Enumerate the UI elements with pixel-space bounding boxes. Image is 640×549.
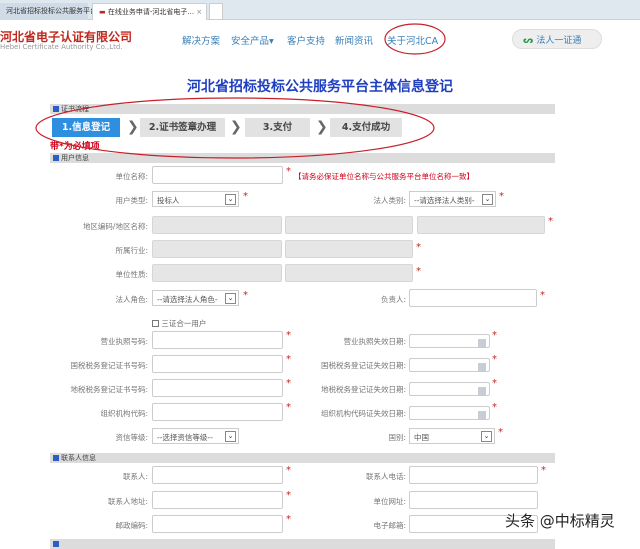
label-national-tax-right: 国税税务登记证失效日期: xyxy=(320,361,406,370)
new-tab-button[interactable] xyxy=(209,3,223,20)
org-code-date-input[interactable] xyxy=(409,406,490,420)
section-icon xyxy=(53,155,59,161)
label-principal: 负责人: xyxy=(380,295,406,304)
required-mark: * xyxy=(492,378,497,389)
national-tax-date-input[interactable] xyxy=(409,358,490,372)
credit-country-right-select[interactable]: 中国 ⌄ xyxy=(409,428,495,444)
required-mark: * xyxy=(499,191,504,202)
unit-name-input[interactable] xyxy=(152,166,283,184)
required-mark: * xyxy=(498,427,503,438)
tab-label: 在线业务申请-河北省电子... xyxy=(107,8,195,16)
label-industry: 所属行业: xyxy=(115,246,148,255)
unit-name-note: 【请务必保证单位名称与公共服务平台单位名称一致】 xyxy=(294,172,474,181)
required-mark: * xyxy=(286,166,291,177)
chevron-down-icon: ⌄ xyxy=(481,431,492,442)
calendar-icon[interactable] xyxy=(478,387,486,395)
label-legal-category: 法人类别: xyxy=(373,196,406,205)
company-logo-en: Hebei Certificate Authority Co.,Ltd. xyxy=(0,43,123,51)
label-unit-name: 单位名称: xyxy=(115,172,148,181)
section-contact-info: 联系人信息 xyxy=(50,453,555,463)
nav-about[interactable]: 关于河北CA xyxy=(387,33,438,47)
required-mark: * xyxy=(492,354,497,365)
section-title: 用户信息 xyxy=(61,154,89,162)
region-detail-input[interactable] xyxy=(417,216,545,234)
required-mark: * xyxy=(540,290,545,301)
industry-detail-input[interactable] xyxy=(285,240,413,258)
label-local-tax-right: 地税税务登记证失效日期: xyxy=(320,385,406,394)
browser-tab-bar: 河北省招标投标公共服务平台 ▬ 在线业务申请-河北省电子... × xyxy=(0,0,640,20)
section-user-info: 用户信息 xyxy=(50,153,555,163)
label-contact-right: 联系人电话: xyxy=(365,472,406,481)
select-value: 中国 xyxy=(414,433,429,442)
three-in-one-row: 三证合一用户 xyxy=(152,318,206,329)
close-tab-icon[interactable]: × xyxy=(196,8,202,16)
step-3: 3.支付 xyxy=(245,118,310,137)
page-title: 河北省招标投标公共服务平台主体信息登记 xyxy=(187,79,453,95)
required-mark: * xyxy=(492,402,497,413)
contact-right-input[interactable] xyxy=(409,466,538,484)
watermark: 头条 @中标精灵 xyxy=(505,512,615,530)
region-code-input[interactable] xyxy=(152,216,282,234)
nav-solutions[interactable]: 解决方案 xyxy=(182,33,220,47)
nav-support[interactable]: 客户支持 xyxy=(287,33,325,47)
license-date-input[interactable] xyxy=(409,334,490,348)
favicon-icon: ▬ xyxy=(99,8,108,16)
region-name-input[interactable] xyxy=(285,216,413,234)
required-mark: * xyxy=(416,266,421,277)
three-in-one-checkbox[interactable] xyxy=(152,320,159,327)
nav-news[interactable]: 新闻资讯 xyxy=(335,33,373,47)
section-icon xyxy=(53,455,59,461)
required-mark: * xyxy=(416,242,421,253)
nav-products[interactable]: 安全产品▾ xyxy=(231,33,274,47)
step-2: 2.证书签章办理 xyxy=(140,118,225,137)
unit-nature-detail-input[interactable] xyxy=(285,264,413,282)
address-right-input[interactable] xyxy=(409,491,538,509)
label-unit-nature: 单位性质: xyxy=(115,270,148,279)
section-icon xyxy=(53,106,59,112)
required-note: 带*为必填项 xyxy=(50,142,100,152)
section-title: 联系人信息 xyxy=(61,454,96,462)
calendar-icon[interactable] xyxy=(478,339,486,347)
local-tax-date-input[interactable] xyxy=(409,382,490,396)
label-license-right: 营业执照失效日期: xyxy=(343,337,406,346)
section-icon xyxy=(53,541,59,547)
select-value: --请选择法人类别- xyxy=(414,196,475,205)
section-title: 证书流程 xyxy=(61,105,89,113)
calendar-icon[interactable] xyxy=(478,411,486,419)
checkbox-label: 三证合一用户 xyxy=(161,319,207,328)
unit-nature-input[interactable] xyxy=(152,264,282,282)
chevron-right-icon: ❯ xyxy=(316,119,328,135)
calendar-icon[interactable] xyxy=(478,363,486,371)
step-1: 1.信息登记 xyxy=(52,118,120,137)
chevron-right-icon: ❯ xyxy=(230,119,242,135)
label-credit-country-right: 国别: xyxy=(388,433,406,442)
section-next xyxy=(50,539,555,549)
browser-tab-active[interactable]: ▬ 在线业务申请-河北省电子... × xyxy=(92,3,207,20)
legal-category-select[interactable]: --请选择法人类别- ⌄ xyxy=(409,191,496,207)
chevron-down-icon: ⌄ xyxy=(482,194,493,205)
label-region: 地区编码/地区名称: xyxy=(82,222,148,231)
industry-input[interactable] xyxy=(152,240,282,258)
legal-login-button[interactable]: ᔕ 法人一证通 xyxy=(512,29,602,49)
login-label: 法人一证通 xyxy=(536,36,582,46)
section-process: 证书流程 xyxy=(50,104,555,114)
browser-tab[interactable]: 河北省招标投标公共服务平台 xyxy=(0,3,97,20)
label-postcode-right: 电子邮箱: xyxy=(373,521,406,530)
step-4: 4.支付成功 xyxy=(330,118,402,137)
required-mark: * xyxy=(541,465,546,476)
principal-input[interactable] xyxy=(409,289,537,307)
link-icon: ᔕ xyxy=(523,36,537,46)
required-mark: * xyxy=(492,330,497,341)
chevron-right-icon: ❯ xyxy=(127,119,139,135)
required-mark: * xyxy=(548,216,553,227)
label-org-code-right: 组织机构代码证失效日期: xyxy=(320,409,406,418)
label-address-right: 单位网址: xyxy=(373,497,406,506)
